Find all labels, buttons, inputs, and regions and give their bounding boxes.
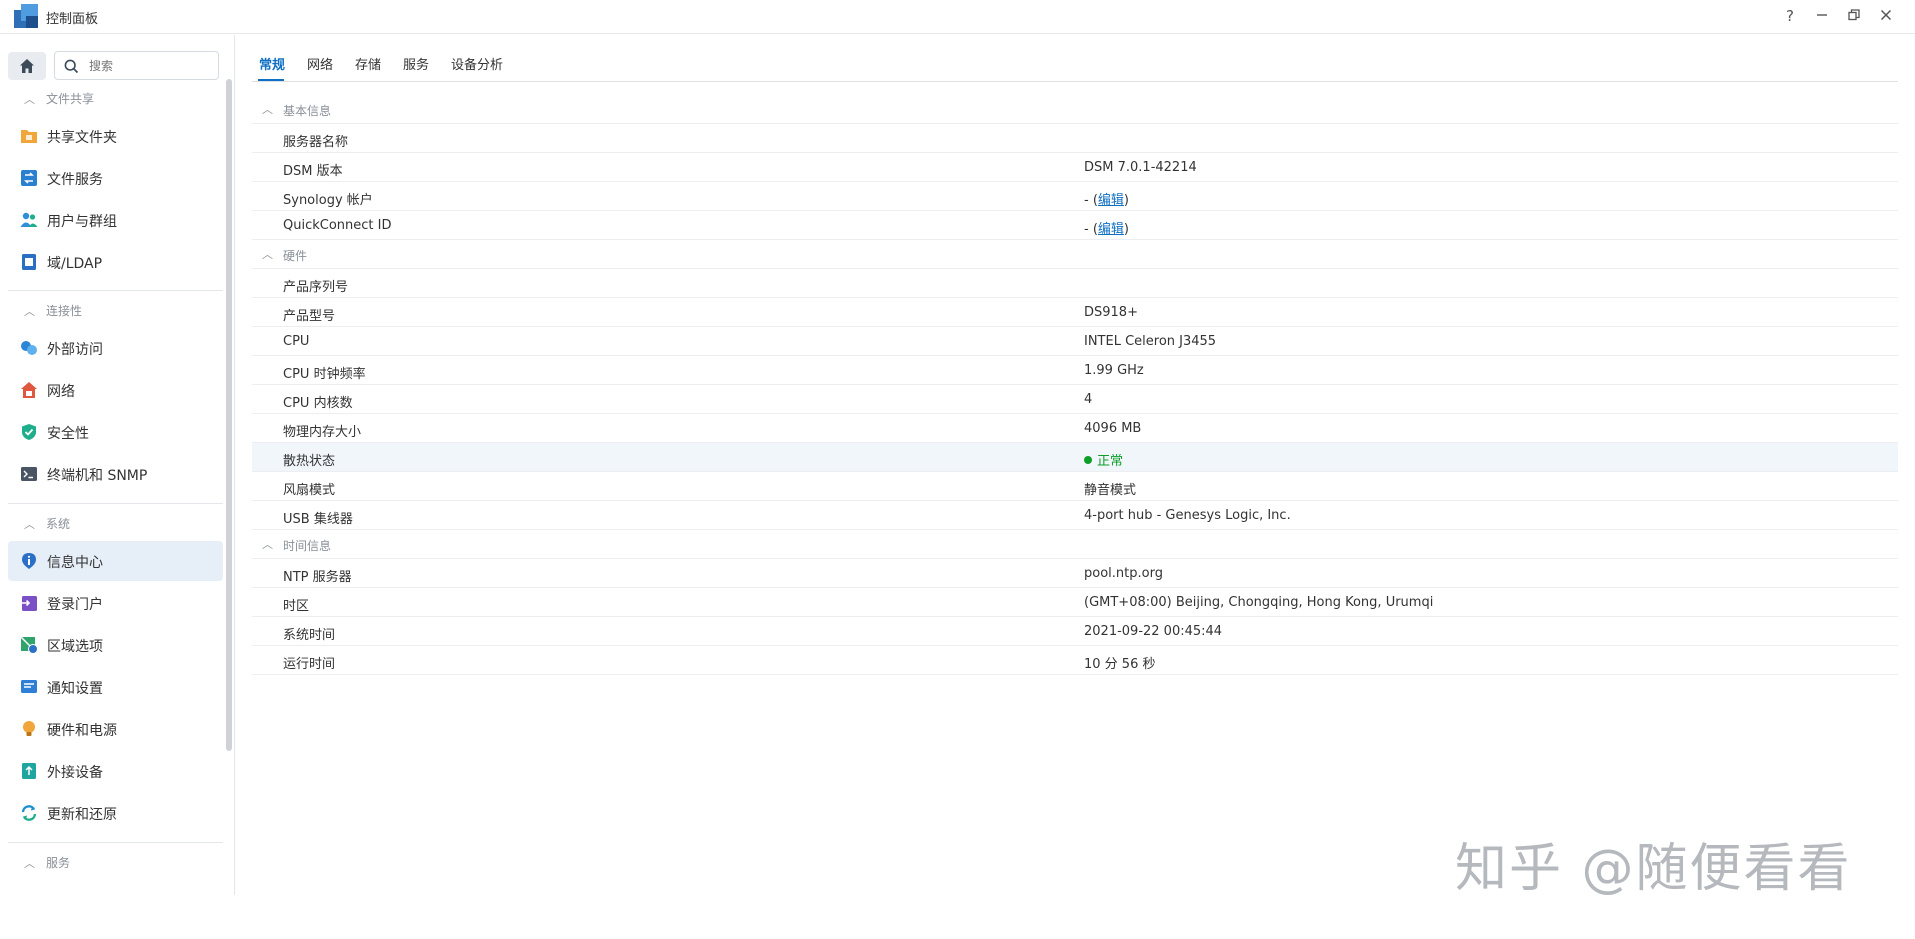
table-row: CPU 时钟频率 1.99 GHz <box>252 356 1898 385</box>
chevron-up-icon: ︿ <box>262 538 273 551</box>
sidebar-item-user-group[interactable]: 用户与群组 <box>8 200 223 240</box>
table-row: 服务器名称 <box>252 124 1898 153</box>
tab-network[interactable]: 网络 <box>307 54 333 73</box>
sidebar-scrollbar[interactable] <box>226 79 232 751</box>
sidebar-item-hardware-power[interactable]: 硬件和电源 <box>8 709 223 749</box>
table-row: 时区 (GMT+08:00) Beijing, Chongqing, Hong … <box>252 588 1898 617</box>
chevron-up-icon: ︿ <box>24 305 35 318</box>
sidebar-item-external-access[interactable]: 外部访问 <box>8 328 223 368</box>
section-header-services[interactable]: ︿ 服务 <box>24 851 70 875</box>
login-portal-icon <box>21 596 37 611</box>
lightbulb-icon <box>23 721 35 736</box>
help-button[interactable]: ? <box>1778 5 1802 27</box>
update-restore-icon <box>21 805 37 821</box>
sidebar-item-terminal-snmp[interactable]: 终端机和 SNMP <box>8 454 223 494</box>
table-row: QuickConnect ID - (编辑) <box>252 211 1898 240</box>
user-group-icon <box>20 212 38 227</box>
terminal-icon <box>21 467 37 481</box>
sidebar-divider <box>8 290 223 291</box>
sidebar: ︿ 文件共享 共享文件夹 文件服务 用户与群组 域/LDAP ︿ 连接性 外部访… <box>0 35 235 895</box>
table-row: DSM 版本 DSM 7.0.1-42214 <box>252 153 1898 182</box>
section-header-file-sharing[interactable]: ︿ 文件共享 <box>24 87 94 111</box>
table-row: 物理内存大小 4096 MB <box>252 414 1898 443</box>
group-header-time-info[interactable]: ︿ 时间信息 <box>252 530 1898 559</box>
network-house-icon <box>21 382 37 398</box>
table-row: 产品序列号 <box>252 269 1898 298</box>
sidebar-divider <box>8 842 223 843</box>
sidebar-item-network[interactable]: 网络 <box>8 370 223 410</box>
tab-general[interactable]: 常规 <box>259 54 285 73</box>
window-title: 控制面板 <box>46 12 99 27</box>
table-row: 风扇模式 静音模式 <box>252 472 1898 501</box>
table-row: CPU INTEL Celeron J3455 <box>252 327 1898 356</box>
title-bar: 控制面板 ? <box>0 0 1915 34</box>
sidebar-item-notification[interactable]: 通知设置 <box>8 667 223 707</box>
tab-device-analysis[interactable]: 设备分析 <box>451 54 503 73</box>
sidebar-item-file-services[interactable]: 文件服务 <box>8 158 223 198</box>
security-shield-icon <box>22 424 36 440</box>
chevron-up-icon: ︿ <box>24 93 35 106</box>
table-row: USB 集线器 4-port hub - Genesys Logic, Inc. <box>252 501 1898 530</box>
sidebar-item-domain-ldap[interactable]: 域/LDAP <box>8 242 223 282</box>
table-row: NTP 服务器 pool.ntp.org <box>252 559 1898 588</box>
edit-synology-account-link[interactable]: 编辑 <box>1098 193 1124 208</box>
restore-button[interactable] <box>1842 5 1866 27</box>
file-services-icon <box>21 170 37 186</box>
external-access-icon <box>21 341 37 355</box>
group-header-basic-info[interactable]: ︿ 基本信息 <box>252 95 1898 124</box>
shared-folder-icon <box>21 130 37 143</box>
tabs-divider <box>252 81 1898 82</box>
search-field[interactable] <box>54 51 219 80</box>
sidebar-item-info-center[interactable]: 信息中心 <box>8 541 223 581</box>
close-button[interactable] <box>1874 5 1898 27</box>
status-ok-dot-icon <box>1084 456 1092 464</box>
home-icon <box>20 59 34 73</box>
notification-icon <box>21 680 37 693</box>
tab-services[interactable]: 服务 <box>403 54 429 73</box>
sidebar-item-shared-folder[interactable]: 共享文件夹 <box>8 116 223 156</box>
sidebar-item-security[interactable]: 安全性 <box>8 412 223 452</box>
section-header-system[interactable]: ︿ 系统 <box>24 512 70 536</box>
tab-storage[interactable]: 存储 <box>355 54 381 73</box>
sidebar-item-regional-options[interactable]: 区域选项 <box>8 625 223 665</box>
table-row: CPU 内核数 4 <box>252 385 1898 414</box>
minimize-button[interactable] <box>1810 5 1834 27</box>
table-row: 系统时间 2021-09-22 00:45:44 <box>252 617 1898 646</box>
table-row: Synology 帐户 - (编辑) <box>252 182 1898 211</box>
chevron-up-icon: ︿ <box>24 857 35 870</box>
chevron-up-icon: ︿ <box>262 103 273 116</box>
thermal-status-badge: 正常 <box>1097 454 1124 469</box>
table-row: 运行时间 10 分 56 秒 <box>252 646 1898 675</box>
close-icon <box>1880 9 1892 21</box>
sidebar-item-login-portal[interactable]: 登录门户 <box>8 583 223 623</box>
group-header-hardware[interactable]: ︿ 硬件 <box>252 240 1898 269</box>
regional-options-icon <box>20 636 38 654</box>
search-input[interactable] <box>89 57 209 75</box>
table-row: 产品型号 DS918+ <box>252 298 1898 327</box>
control-panel-app-icon <box>14 4 38 28</box>
edit-quickconnect-link[interactable]: 编辑 <box>1098 222 1124 237</box>
chevron-up-icon: ︿ <box>24 518 35 531</box>
minimize-icon <box>1817 14 1827 16</box>
external-devices-icon <box>22 763 36 779</box>
main-content: 常规 网络 存储 服务 设备分析 ︿ 基本信息 服务器名称 DSM 版本 DSM… <box>236 35 1915 895</box>
section-header-connectivity[interactable]: ︿ 连接性 <box>24 299 82 323</box>
restore-icon <box>1848 9 1860 21</box>
sidebar-item-update-restore[interactable]: 更新和还原 <box>8 793 223 833</box>
domain-ldap-icon <box>22 254 36 270</box>
sidebar-item-external-devices[interactable]: 外接设备 <box>8 751 223 791</box>
watermark: 知乎 @随便看看 <box>1455 839 1852 899</box>
home-button[interactable] <box>8 52 46 80</box>
chevron-up-icon: ︿ <box>262 248 273 261</box>
sidebar-divider <box>8 503 223 504</box>
table-row-hovered: 散热状态 正常 <box>252 443 1898 472</box>
info-center-icon <box>22 553 36 569</box>
search-icon <box>64 59 79 74</box>
